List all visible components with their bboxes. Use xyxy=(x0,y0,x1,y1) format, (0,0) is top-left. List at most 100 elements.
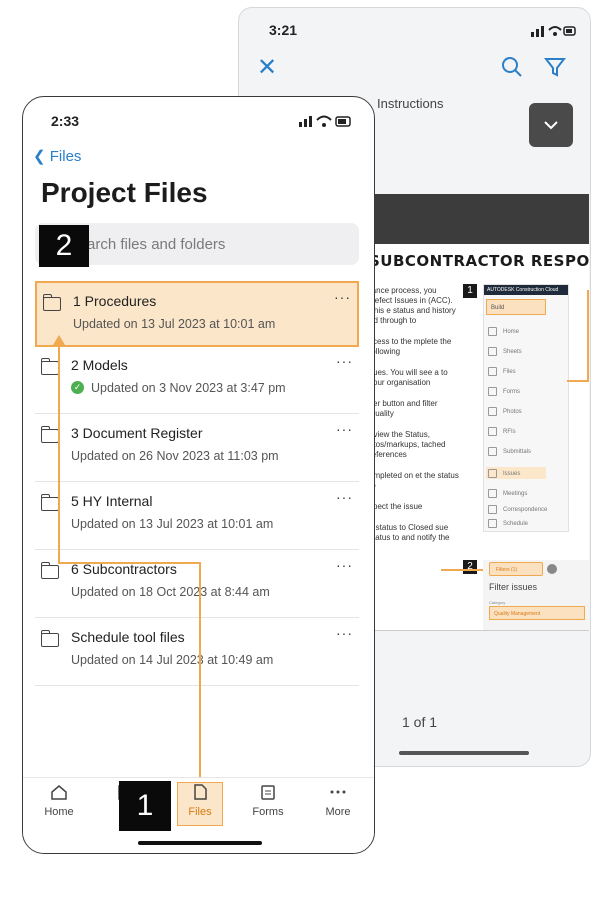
document-heading: SUBCONTRACTOR RESPONSE xyxy=(369,252,590,270)
folder-updated: Updated on 13 Jul 2023 at 10:01 am xyxy=(71,517,274,531)
callout-line xyxy=(567,380,589,382)
home-indicator xyxy=(138,841,262,845)
submittals-icon xyxy=(488,447,497,456)
callout-badge: 1 xyxy=(119,781,171,831)
doc-paragraph: ompleted on et the status to xyxy=(369,471,459,490)
doc-paragraph: rance process, you Defect Issues in (ACC… xyxy=(369,286,456,325)
acc-sidebar-screenshot: AUTODESK Construction Cloud Build Home S… xyxy=(483,284,569,532)
folder-row-procedures[interactable]: 1 Procedures Updated on 13 Jul 2023 at 1… xyxy=(35,281,359,347)
folder-icon xyxy=(41,562,59,579)
issues-icon xyxy=(488,469,497,478)
chevron-down-icon[interactable] xyxy=(529,103,573,147)
folder-icon xyxy=(43,294,61,311)
page-title: Project Files xyxy=(41,177,208,208)
back-button-label: Files xyxy=(49,148,82,165)
meetings-icon xyxy=(488,489,497,498)
tab-forms[interactable]: Forms xyxy=(238,784,298,818)
filter-category-label: Category xyxy=(489,600,506,605)
folder-row-schedule-tool-files[interactable]: Schedule tool files Updated on 14 Jul 20… xyxy=(35,619,359,686)
folder-row-hy-internal[interactable]: 5 HY Internal Updated on 13 Jul 2023 at … xyxy=(35,483,359,550)
close-icon xyxy=(547,564,557,574)
acc-item: Home xyxy=(488,327,519,336)
folder-icon xyxy=(41,494,59,511)
doc-paragraph: ccess to the mplete the following xyxy=(369,337,452,356)
document-page: SUBCONTRACTOR RESPONSE rance process, yo… xyxy=(365,194,590,631)
acc-item: Sheets xyxy=(488,347,522,356)
step-number-badge: 2 xyxy=(463,560,477,574)
tab-label: Forms xyxy=(252,806,284,818)
more-icon[interactable]: ··· xyxy=(336,353,353,369)
doc-paragraph: sues. You will see a to your organisatio… xyxy=(369,368,448,387)
acc-item-label: Forms xyxy=(503,389,520,396)
document-title: Instructions xyxy=(377,96,444,111)
acc-item: Issues xyxy=(488,469,520,478)
filter-title: Filter issues xyxy=(489,582,538,592)
doc-paragraph: lter button and filter Quality xyxy=(369,399,438,418)
schedule-icon xyxy=(488,519,497,528)
acc-item: Forms xyxy=(488,387,520,396)
doc-paragraph: spect the issue xyxy=(369,502,423,511)
callout-arrow-line xyxy=(58,342,60,564)
search-icon[interactable] xyxy=(501,56,523,78)
callout-line xyxy=(441,569,483,571)
acc-item: Photos xyxy=(488,407,522,416)
more-icon[interactable]: ··· xyxy=(336,625,353,641)
forms-icon xyxy=(488,387,497,396)
acc-item: Meetings xyxy=(488,489,527,498)
arrow-up-icon xyxy=(53,335,65,345)
folder-updated: Updated on 13 Jul 2023 at 10:01 am xyxy=(73,317,276,331)
doc-paragraph: eview the Status, otos/markups, tached r… xyxy=(369,430,446,459)
more-icon[interactable]: ··· xyxy=(336,489,353,505)
acc-item-label: Sheets xyxy=(503,349,522,356)
folder-row-document-register[interactable]: 3 Document Register Updated on 26 Nov 20… xyxy=(35,415,359,482)
folder-updated: Updated on 18 Oct 2023 at 8:44 am xyxy=(71,585,270,599)
acc-item: Submittals xyxy=(488,447,531,456)
foreground-phone-screen: 2:33 ❮ Files Project Files arch files an… xyxy=(22,96,375,854)
status-icons xyxy=(531,26,576,37)
acc-item: RFIs xyxy=(488,427,516,436)
tab-label: More xyxy=(325,806,351,818)
acc-build-menu: Build xyxy=(486,299,546,315)
more-icon[interactable]: ··· xyxy=(334,289,351,305)
more-icon[interactable]: ··· xyxy=(336,421,353,437)
tab-files[interactable]: Files xyxy=(170,784,230,818)
acc-item-label: Photos xyxy=(503,409,522,416)
checkmark-icon: ✓ xyxy=(71,381,84,394)
acc-item-label: Schedule xyxy=(503,521,529,528)
acc-item: Files xyxy=(488,367,516,376)
more-icon[interactable]: ··· xyxy=(336,557,353,573)
close-icon[interactable]: ✕ xyxy=(257,56,277,80)
tab-home[interactable]: Home xyxy=(29,784,89,818)
folder-icon xyxy=(41,630,59,647)
back-button[interactable]: ❮ Files xyxy=(33,147,81,165)
filter-pill: Filters (1) xyxy=(489,562,543,576)
filter-icon[interactable] xyxy=(544,56,566,78)
doc-paragraph: e status to Closed sue status to and not… xyxy=(369,523,450,542)
document-banner xyxy=(365,194,589,244)
chevron-left-icon: ❮ xyxy=(33,148,50,165)
tab-label: Files xyxy=(188,806,212,818)
document-body: rance process, you Defect Issues in (ACC… xyxy=(369,286,461,554)
acc-filter-screenshot: Filters (1) Filter issues Category Quali… xyxy=(483,560,589,630)
acc-item-label: Meetings xyxy=(503,491,528,498)
tab-more[interactable]: More xyxy=(308,784,368,818)
step-number-badge: 1 xyxy=(463,284,477,298)
folder-icon xyxy=(41,358,59,375)
home-icon xyxy=(488,327,497,336)
file-icon xyxy=(488,367,497,376)
scrollbar[interactable] xyxy=(399,751,529,755)
photo-icon xyxy=(488,407,497,416)
acc-item: Correspondence xyxy=(488,505,547,514)
status-time: 2:33 xyxy=(51,113,80,129)
more-icon xyxy=(330,790,346,794)
search-input[interactable]: arch files and folders xyxy=(87,236,225,253)
page-indicator: 1 of 1 xyxy=(402,714,438,730)
clipboard-icon xyxy=(261,785,275,800)
callout-badge: 2 xyxy=(39,225,89,267)
folder-name: 3 Document Register xyxy=(71,425,203,441)
folder-name: 2 Models xyxy=(71,357,128,373)
file-icon xyxy=(194,784,207,800)
acc-item-label: Correspondence xyxy=(503,507,548,514)
folder-updated: Updated on 3 Nov 2023 at 3:47 pm xyxy=(91,381,286,395)
folder-row-models[interactable]: 2 Models ✓ Updated on 3 Nov 2023 at 3:47… xyxy=(35,347,359,414)
